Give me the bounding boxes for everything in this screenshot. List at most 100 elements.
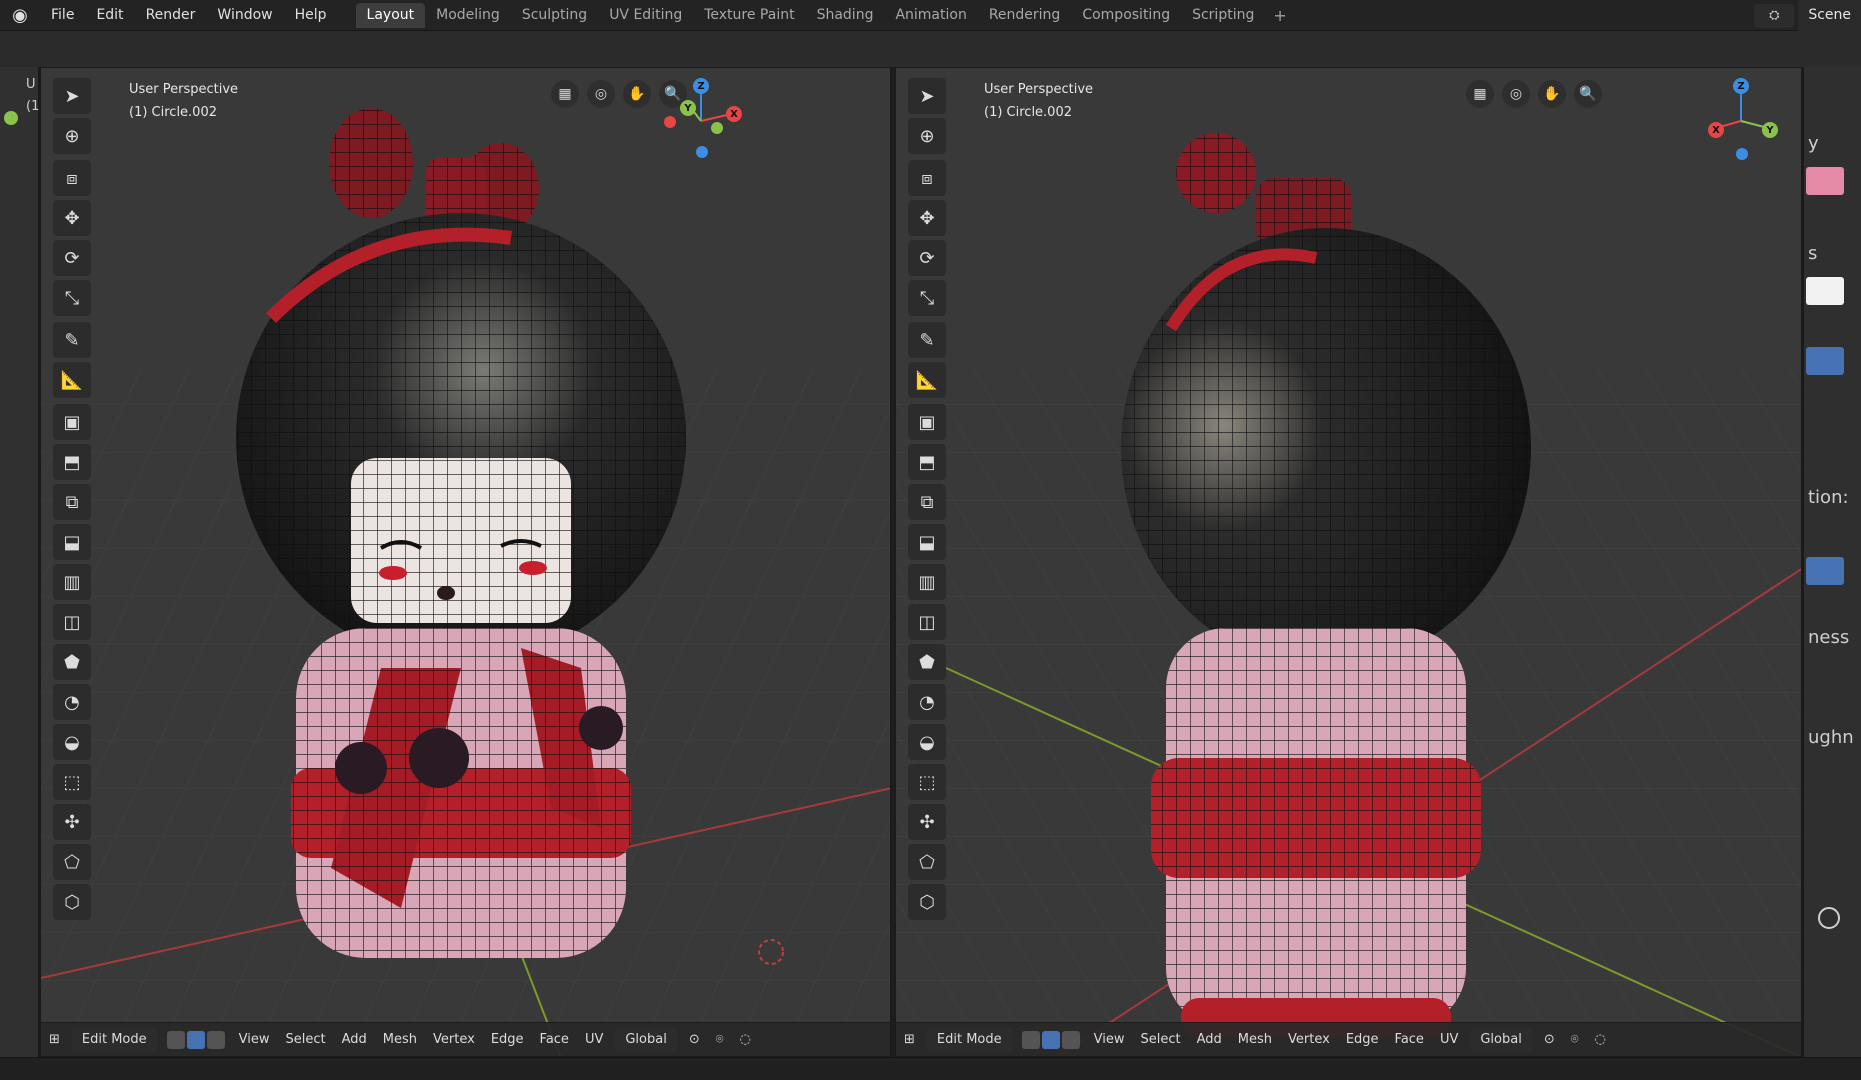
gizmo-neg-z-icon[interactable] bbox=[1736, 148, 1748, 160]
tab-shading[interactable]: Shading bbox=[806, 3, 885, 28]
smooth-tool-icon[interactable]: ◒ bbox=[908, 724, 946, 760]
menu-window[interactable]: Window bbox=[206, 0, 283, 31]
pan-hand-icon[interactable]: ✋ bbox=[1538, 80, 1566, 108]
tab-texture-paint[interactable]: Texture Paint bbox=[693, 3, 805, 28]
transform-tool-icon[interactable]: ⧈ bbox=[53, 160, 91, 196]
menu-vertex[interactable]: Vertex bbox=[425, 1023, 483, 1057]
select-tool-icon[interactable]: ➤ bbox=[53, 78, 91, 114]
bevel-tool-icon[interactable]: ⬓ bbox=[908, 524, 946, 560]
tab-sculpting[interactable]: Sculpting bbox=[511, 3, 598, 28]
tab-modeling[interactable]: Modeling bbox=[425, 3, 511, 28]
vertex-select-icon[interactable] bbox=[166, 1030, 185, 1049]
snap-icon[interactable]: ⌾ bbox=[1563, 1023, 1587, 1057]
menu-select[interactable]: Select bbox=[278, 1023, 334, 1057]
menu-vertex[interactable]: Vertex bbox=[1280, 1023, 1338, 1057]
loop-cut-tool-icon[interactable]: ▥ bbox=[908, 564, 946, 600]
rip-region-tool-icon[interactable]: ⬡ bbox=[53, 884, 91, 920]
scene-selector[interactable]: ⛭ Scene bbox=[1754, 0, 1861, 31]
gizmo-x-axis[interactable]: X bbox=[1708, 122, 1724, 138]
measure-tool-icon[interactable]: 📐 bbox=[53, 362, 91, 398]
transform-tool-icon[interactable]: ⧈ bbox=[908, 160, 946, 196]
poly-build-tool-icon[interactable]: ⬟ bbox=[908, 644, 946, 680]
slider-field[interactable] bbox=[1806, 347, 1844, 375]
cursor-tool-icon[interactable]: ⊕ bbox=[908, 118, 946, 154]
knife-tool-icon[interactable]: ◫ bbox=[53, 604, 91, 640]
measure-tool-icon[interactable]: 📐 bbox=[908, 362, 946, 398]
tab-scripting[interactable]: Scripting bbox=[1181, 3, 1265, 28]
gizmo-z-axis[interactable]: Z bbox=[1733, 78, 1749, 94]
spin-tool-icon[interactable]: ◔ bbox=[908, 684, 946, 720]
menu-mesh[interactable]: Mesh bbox=[375, 1023, 425, 1057]
rotate-tool-icon[interactable]: ⟳ bbox=[908, 240, 946, 276]
shrink-fatten-tool-icon[interactable]: ✣ bbox=[53, 804, 91, 840]
menu-view[interactable]: View bbox=[231, 1023, 278, 1057]
menu-view[interactable]: View bbox=[1086, 1023, 1133, 1057]
grid-toggle-icon[interactable]: ▦ bbox=[551, 80, 579, 108]
menu-uv[interactable]: UV bbox=[577, 1023, 611, 1057]
color-swatch[interactable] bbox=[1806, 167, 1844, 195]
tab-compositing[interactable]: Compositing bbox=[1071, 3, 1181, 28]
menu-mesh[interactable]: Mesh bbox=[1230, 1023, 1280, 1057]
menu-edge[interactable]: Edge bbox=[1338, 1023, 1387, 1057]
annotate-tool-icon[interactable]: ✎ bbox=[53, 322, 91, 358]
value-field[interactable] bbox=[1806, 277, 1844, 305]
editor-type-icon[interactable]: ⊞ bbox=[896, 1023, 923, 1057]
snap-icon[interactable]: ⌾ bbox=[708, 1023, 732, 1057]
shear-tool-icon[interactable]: ⬠ bbox=[908, 844, 946, 880]
navigation-gizmo[interactable]: Z X Y bbox=[656, 76, 746, 166]
extrude-tool-icon[interactable]: ⬒ bbox=[53, 444, 91, 480]
proportional-edit-icon[interactable]: ◌ bbox=[732, 1023, 759, 1057]
scene-label[interactable]: Scene bbox=[1798, 0, 1861, 31]
face-select-icon[interactable] bbox=[206, 1030, 225, 1049]
select-tool-icon[interactable]: ➤ bbox=[908, 78, 946, 114]
slider-field[interactable] bbox=[1806, 557, 1844, 585]
menu-help[interactable]: Help bbox=[284, 0, 338, 31]
tab-uv-editing[interactable]: UV Editing bbox=[598, 3, 693, 28]
edge-slide-tool-icon[interactable]: ⬚ bbox=[53, 764, 91, 800]
cursor-tool-icon[interactable]: ⊕ bbox=[53, 118, 91, 154]
gizmo-y-axis[interactable]: Y bbox=[1762, 122, 1778, 138]
menu-select[interactable]: Select bbox=[1133, 1023, 1189, 1057]
orientation-selector[interactable]: Global bbox=[1470, 1027, 1532, 1052]
pan-hand-icon[interactable]: ✋ bbox=[623, 80, 651, 108]
gizmo-y-axis[interactable]: Y bbox=[680, 100, 696, 116]
camera-view-icon[interactable]: ◎ bbox=[587, 80, 615, 108]
blender-logo-icon[interactable]: ◉ bbox=[0, 0, 40, 31]
menu-face[interactable]: Face bbox=[532, 1023, 577, 1057]
menu-uv[interactable]: UV bbox=[1432, 1023, 1466, 1057]
menu-edit[interactable]: Edit bbox=[85, 0, 134, 31]
bevel-tool-icon[interactable]: ⬓ bbox=[53, 524, 91, 560]
rotate-tool-icon[interactable]: ⟳ bbox=[53, 240, 91, 276]
inset-tool-icon[interactable]: ⧉ bbox=[908, 484, 946, 520]
add-cube-tool-icon[interactable]: ▣ bbox=[908, 404, 946, 440]
zoom-icon[interactable]: 🔍 bbox=[1574, 80, 1602, 108]
edge-slide-tool-icon[interactable]: ⬚ bbox=[908, 764, 946, 800]
orientation-selector[interactable]: Global bbox=[615, 1027, 677, 1052]
clock-icon[interactable] bbox=[1818, 907, 1840, 929]
camera-view-icon[interactable]: ◎ bbox=[1502, 80, 1530, 108]
shear-tool-icon[interactable]: ⬠ bbox=[53, 844, 91, 880]
editor-type-icon[interactable]: ⊞ bbox=[41, 1023, 68, 1057]
scale-tool-icon[interactable]: ⤡ bbox=[53, 280, 91, 316]
menu-add[interactable]: Add bbox=[1189, 1023, 1230, 1057]
tab-animation[interactable]: Animation bbox=[884, 3, 977, 28]
face-select-icon[interactable] bbox=[1061, 1030, 1080, 1049]
spin-tool-icon[interactable]: ◔ bbox=[53, 684, 91, 720]
gizmo-x-axis[interactable]: X bbox=[726, 106, 742, 122]
vertex-select-icon[interactable] bbox=[1021, 1030, 1040, 1049]
add-workspace-button[interactable]: + bbox=[1265, 6, 1294, 25]
add-cube-tool-icon[interactable]: ▣ bbox=[53, 404, 91, 440]
viewport-left[interactable]: User Perspective (1) Circle.002 ➤ ⊕ ⧈ ✥ … bbox=[40, 67, 891, 1057]
gizmo-neg-x-icon[interactable] bbox=[664, 116, 676, 128]
scene-icon[interactable]: ⛭ bbox=[1754, 3, 1795, 28]
smooth-tool-icon[interactable]: ◒ bbox=[53, 724, 91, 760]
mode-selector[interactable]: Edit Mode bbox=[926, 1027, 1012, 1052]
inset-tool-icon[interactable]: ⧉ bbox=[53, 484, 91, 520]
tab-rendering[interactable]: Rendering bbox=[978, 3, 1072, 28]
extrude-tool-icon[interactable]: ⬒ bbox=[908, 444, 946, 480]
mode-selector[interactable]: Edit Mode bbox=[71, 1027, 157, 1052]
navigation-gizmo[interactable]: Z X Y bbox=[1696, 76, 1786, 166]
pivot-icon[interactable]: ⊙ bbox=[681, 1023, 708, 1057]
gizmo-neg-z-icon[interactable] bbox=[696, 146, 708, 158]
viewport-right[interactable]: User Perspective (1) Circle.002 ➤ ⊕ ⧈ ✥ … bbox=[895, 67, 1802, 1057]
